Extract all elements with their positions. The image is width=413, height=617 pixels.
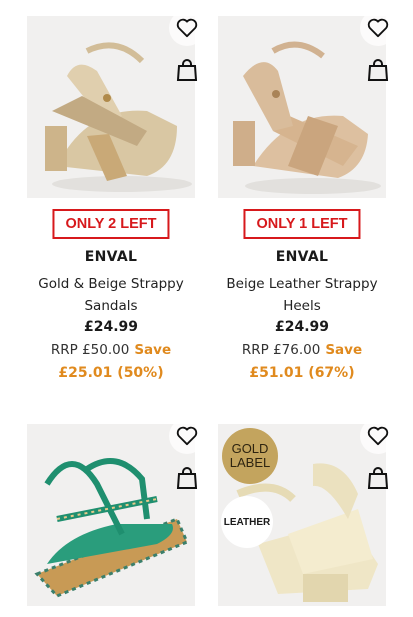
product-price: £24.99: [83, 319, 139, 335]
shopping-bag-icon: [367, 59, 389, 81]
stock-badge: ONLY 2 LEFT: [52, 209, 170, 239]
heart-outline-icon: [176, 18, 198, 38]
add-to-favourites-button[interactable]: [169, 418, 205, 454]
product-card[interactable]: ONLY 1 LEFT ENVAL Beige Leather Strappy …: [218, 10, 396, 396]
shopping-bag-icon: [367, 467, 389, 489]
heart-outline-icon: [367, 18, 389, 38]
product-card[interactable]: ONLY 2 LEFT ENVAL Gold & Beige Strappy S…: [27, 10, 205, 396]
shopping-bag-icon: [176, 467, 198, 489]
product-card[interactable]: GOLD LABEL LEATHER: [218, 418, 396, 606]
shopping-bag-icon: [176, 59, 198, 81]
heart-outline-icon: [367, 426, 389, 446]
product-name[interactable]: Gold & Beige Strappy Sandals: [21, 273, 201, 317]
product-brand: ENVAL: [275, 249, 329, 265]
rrp-price: RRP £76.00 Save: [241, 342, 363, 358]
add-to-basket-button[interactable]: [364, 464, 392, 492]
rrp-price: RRP £50.00 Save: [50, 342, 172, 358]
add-to-basket-button[interactable]: [364, 56, 392, 84]
add-to-basket-button[interactable]: [173, 464, 201, 492]
product-image[interactable]: [27, 16, 195, 198]
add-to-favourites-button[interactable]: [360, 10, 396, 46]
gold-label-badge: GOLD LABEL: [222, 428, 278, 484]
product-image[interactable]: [27, 424, 195, 606]
product-name[interactable]: Beige Leather Strappy Heels: [212, 273, 392, 317]
product-image[interactable]: [218, 16, 386, 198]
saving-amount: £25.01 (50%): [58, 365, 164, 381]
add-to-favourites-button[interactable]: [169, 10, 205, 46]
product-brand: ENVAL: [84, 249, 138, 265]
heart-outline-icon: [176, 426, 198, 446]
add-to-favourites-button[interactable]: [360, 418, 396, 454]
add-to-basket-button[interactable]: [173, 56, 201, 84]
saving-amount: £51.01 (67%): [249, 365, 355, 381]
save-label: Save: [134, 342, 172, 358]
product-price: £24.99: [274, 319, 330, 335]
save-label: Save: [325, 342, 363, 358]
stock-badge: ONLY 1 LEFT: [243, 209, 361, 239]
product-card[interactable]: [27, 418, 205, 606]
leather-badge: LEATHER: [221, 496, 273, 548]
